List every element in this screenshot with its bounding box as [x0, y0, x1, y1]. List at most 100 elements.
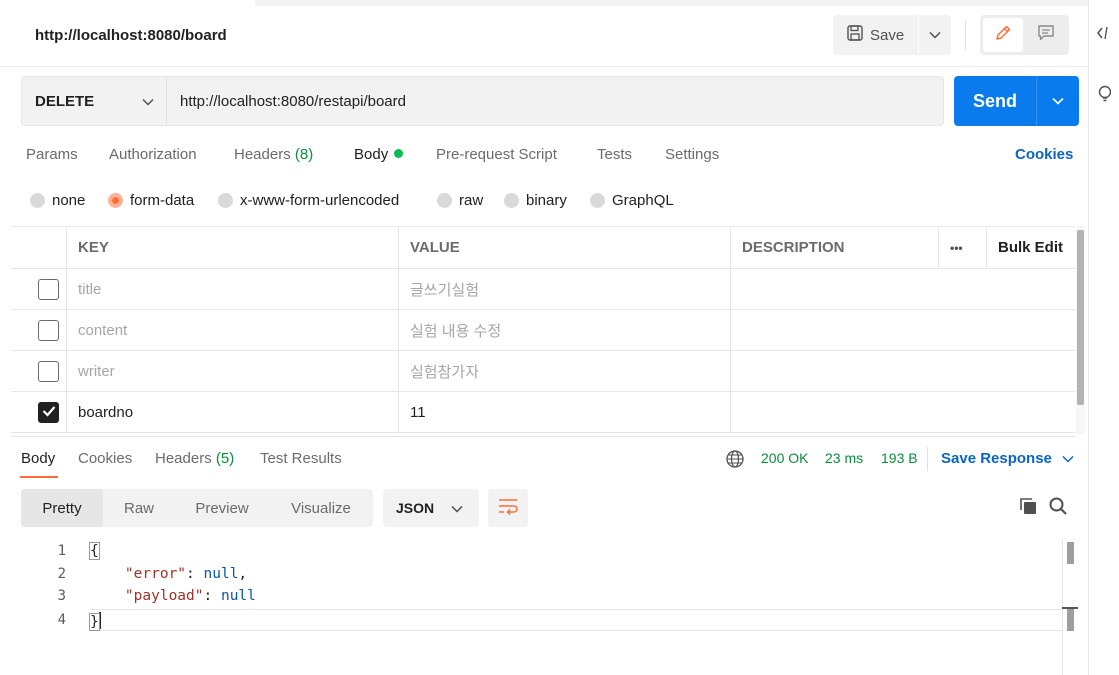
radio-form-data-circle [108, 193, 123, 208]
tab-body-label: Body [354, 146, 389, 163]
response-tab-test-results[interactable]: Test Results [260, 450, 342, 467]
lightbulb-icon[interactable] [1097, 84, 1112, 109]
key-cell[interactable]: boardno [67, 392, 397, 432]
radio-urlencoded-circle [218, 193, 233, 208]
save-button[interactable]: Save [833, 15, 919, 55]
view-preview-button[interactable]: Preview [179, 489, 265, 527]
value-cell[interactable]: 글쓰기실험 [399, 269, 729, 309]
row-checkbox[interactable] [38, 278, 59, 300]
format-select[interactable]: JSON [383, 489, 479, 527]
radio-urlencoded[interactable]: x-www-form-urlencoded [218, 192, 399, 209]
view-raw-button[interactable]: Raw [109, 489, 169, 527]
row-checkbox[interactable] [38, 319, 59, 341]
response-divider [927, 447, 928, 471]
key-cell[interactable]: writer [67, 351, 397, 391]
response-size[interactable]: 193 B [881, 450, 918, 466]
globe-icon[interactable] [725, 449, 745, 474]
radio-binary[interactable]: binary [504, 192, 567, 209]
url-input[interactable]: http://localhost:8080/restapi/board [167, 93, 406, 110]
format-label: JSON [396, 500, 435, 516]
tab-prerequest-script[interactable]: Pre-request Script [436, 146, 557, 163]
comments-mode-button[interactable] [1027, 18, 1067, 52]
description-cell[interactable] [731, 310, 1075, 350]
radio-raw-label: raw [459, 192, 484, 209]
line-number: 3 [57, 588, 66, 604]
column-divider [398, 226, 399, 434]
tab-body[interactable]: Body [354, 146, 404, 163]
radio-none[interactable]: none [30, 192, 85, 209]
response-tab-cookies[interactable]: Cookies [78, 450, 132, 467]
radio-graphql-circle [590, 193, 605, 208]
tab-tests[interactable]: Tests [597, 146, 632, 163]
response-separator[interactable] [11, 436, 1075, 437]
value-cell[interactable]: 실험 내용 수정 [399, 310, 729, 350]
key-cell[interactable]: content [67, 310, 397, 350]
code-text: } [89, 612, 101, 631]
request-tabs: Params Authorization Headers (8) Body Pr… [26, 146, 1026, 168]
line-number: 1 [57, 543, 66, 559]
save-response-button[interactable]: Save Response [941, 450, 1074, 467]
tab-settings[interactable]: Settings [665, 146, 719, 163]
more-options-button[interactable]: ••• [939, 227, 985, 268]
wrap-lines-button[interactable] [488, 489, 528, 527]
view-pretty-button[interactable]: Pretty [21, 489, 103, 527]
code-line: 1 { [0, 540, 1062, 562]
response-tab-body[interactable]: Body [21, 450, 55, 467]
copy-icon[interactable] [1018, 496, 1038, 521]
description-cell[interactable] [731, 269, 1075, 309]
radio-graphql[interactable]: GraphQL [590, 192, 674, 209]
cookies-link[interactable]: Cookies [1015, 146, 1073, 163]
code-text: "error": null, [124, 566, 248, 582]
line-number: 2 [57, 566, 66, 582]
tab-headers-label: Headers [234, 146, 291, 163]
column-divider [730, 226, 731, 434]
column-divider [986, 226, 987, 268]
row-checkbox-cell [27, 351, 67, 391]
view-visualize-button[interactable]: Visualize [275, 489, 367, 527]
description-cell[interactable] [731, 392, 1075, 432]
key-cell[interactable]: title [67, 269, 397, 309]
search-icon[interactable] [1048, 496, 1068, 521]
tab-authorization[interactable]: Authorization [109, 146, 197, 163]
headers-count: (8) [294, 146, 314, 163]
save-button-group: Save [833, 15, 951, 55]
json-value: null [203, 566, 239, 582]
response-time[interactable]: 23 ms [825, 450, 863, 466]
table-row: writer 실험참가자 [11, 350, 1075, 391]
row-checkbox[interactable] [38, 360, 59, 382]
row-checkbox-cell [27, 392, 67, 432]
radio-form-data[interactable]: form-data [108, 192, 194, 209]
response-tab-headers[interactable]: Headers (5) [155, 450, 234, 467]
row-checkbox-checked[interactable] [38, 401, 59, 423]
row-checkbox-cell [27, 310, 67, 350]
chevron-down-icon [929, 26, 941, 44]
send-options-button[interactable] [1037, 76, 1079, 126]
wrap-lines-icon [497, 497, 519, 520]
value-cell[interactable]: 11 [399, 392, 729, 432]
radio-none-label: none [52, 192, 86, 209]
column-key: KEY [78, 239, 109, 256]
description-cell[interactable] [731, 351, 1075, 391]
status-code[interactable]: 200 OK [761, 450, 808, 466]
row-checkbox-cell [27, 269, 67, 309]
send-button[interactable]: Send [954, 76, 1037, 126]
value-cell[interactable]: 실험참가자 [399, 351, 729, 391]
bulk-edit-button[interactable]: Bulk Edit [987, 227, 1075, 268]
table-row: content 실험 내용 수정 [11, 309, 1075, 350]
request-title[interactable]: http://localhost:8080/board [35, 27, 227, 44]
table-scrollbar[interactable] [1077, 230, 1084, 405]
code-line: 4 } [0, 609, 1062, 631]
chevron-down-icon [451, 500, 463, 516]
radio-raw[interactable]: raw [437, 192, 483, 209]
tab-headers[interactable]: Headers (8) [234, 146, 313, 163]
radio-graphql-label: GraphQL [612, 192, 674, 209]
save-options-button[interactable] [919, 15, 951, 55]
radio-binary-label: binary [526, 192, 567, 209]
text-cursor [98, 612, 101, 629]
active-request-tab[interactable] [0, 0, 255, 6]
code-icon[interactable] [1097, 25, 1111, 46]
method-select[interactable]: DELETE [22, 77, 167, 125]
edit-mode-button[interactable] [983, 18, 1023, 52]
tab-params[interactable]: Params [26, 146, 78, 163]
open-brace: { [89, 542, 100, 560]
